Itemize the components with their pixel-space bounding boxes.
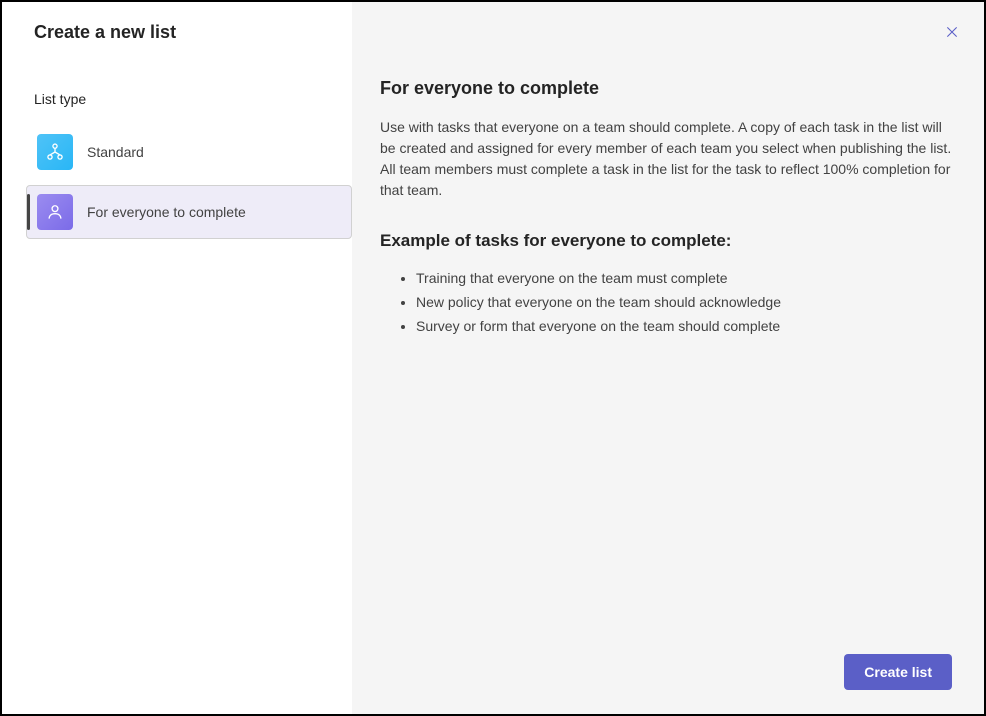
content-description: Use with tasks that everyone on a team s… — [380, 117, 952, 201]
close-icon — [944, 24, 960, 40]
example-item: Survey or form that everyone on the team… — [416, 315, 952, 339]
dialog-title: Create a new list — [26, 22, 352, 43]
list-type-options: Standard For everyone to complete — [26, 125, 352, 239]
example-item: Training that everyone on the team must … — [416, 267, 952, 291]
create-list-button[interactable]: Create list — [844, 654, 952, 690]
list-type-everyone[interactable]: For everyone to complete — [26, 185, 352, 239]
example-list: Training that everyone on the team must … — [380, 267, 952, 338]
sidebar: Create a new list List type Standard — [2, 2, 352, 714]
list-type-standard[interactable]: Standard — [26, 125, 352, 179]
list-type-label: Standard — [87, 144, 144, 160]
content-pane: For everyone to complete Use with tasks … — [352, 2, 984, 714]
list-type-heading: List type — [26, 91, 352, 107]
list-type-label: For everyone to complete — [87, 204, 246, 220]
hierarchy-icon — [37, 134, 73, 170]
example-item: New policy that everyone on the team sho… — [416, 291, 952, 315]
create-list-dialog: Create a new list List type Standard — [0, 0, 986, 716]
close-button[interactable] — [940, 20, 964, 44]
example-heading: Example of tasks for everyone to complet… — [380, 231, 952, 251]
person-icon — [37, 194, 73, 230]
dialog-body: Create a new list List type Standard — [2, 2, 984, 714]
dialog-footer: Create list — [380, 654, 952, 690]
content-title: For everyone to complete — [380, 78, 952, 99]
